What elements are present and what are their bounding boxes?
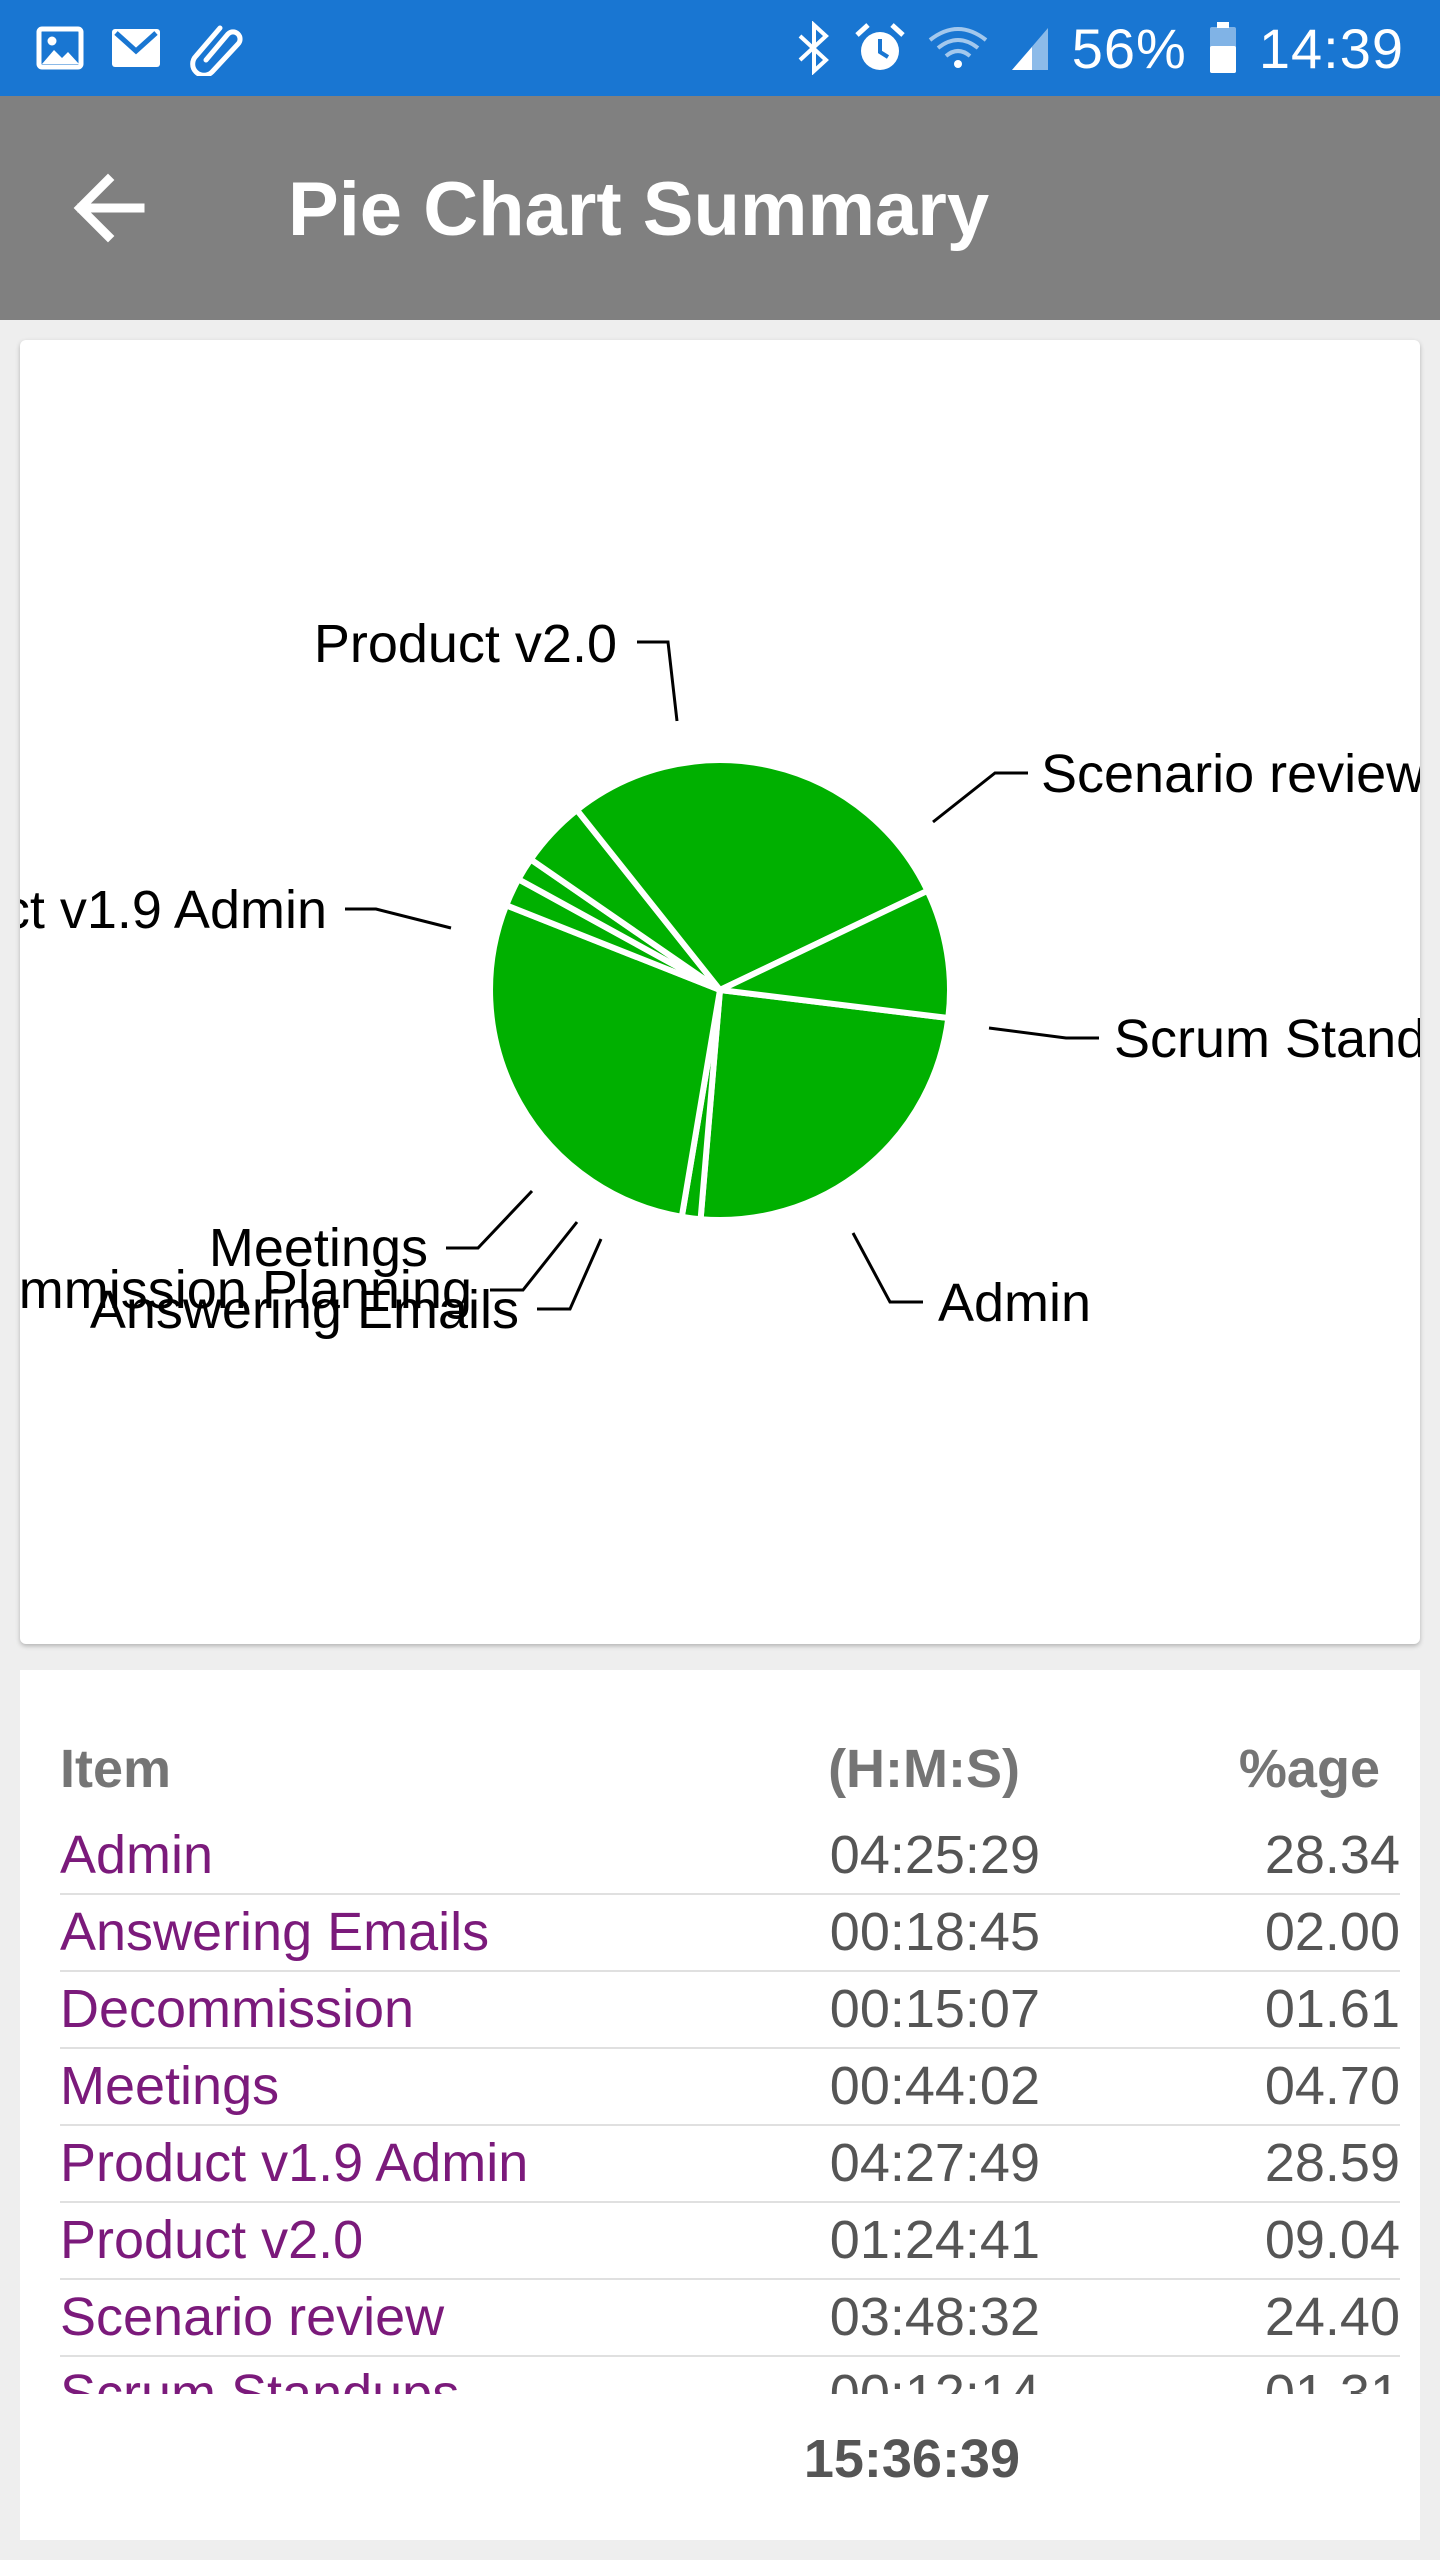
row-item: Meetings [60, 2056, 280, 2116]
row-item: Product v1.9 Admin [60, 2133, 529, 2193]
header-item: Item [60, 1739, 172, 1799]
chart-label-product-v19: Product v1.9 Admin [20, 880, 327, 940]
table-body[interactable]: Admin 04:25:29 28.34 Answering Emails 00… [20, 1816, 1420, 2394]
chart-label-product-v2: Product v2.0 [314, 614, 617, 674]
chart-label-admin: Admin [938, 1273, 1091, 1333]
app-bar: Pie Chart Summary [0, 96, 1440, 320]
row-item: Answering Emails [60, 1902, 490, 1962]
row-time: 00:15:07 [829, 1979, 1040, 2039]
attachment-icon [190, 25, 243, 76]
battery-percent: 56% [1071, 16, 1187, 80]
table-row[interactable]: Scrum Standups 00:12:14 01.31 [60, 2355, 1400, 2394]
table-row[interactable]: Decommission 00:15:07 01.61 [60, 1970, 1400, 2049]
row-percent: 09.04 [1264, 2210, 1400, 2270]
row-time: 04:27:49 [829, 2133, 1040, 2193]
row-time: 00:18:45 [829, 1902, 1040, 1962]
row-item: Scrum Standups [60, 2364, 460, 2394]
back-arrow-icon [73, 173, 145, 243]
table-row[interactable]: Answering Emails 00:18:45 02.00 [60, 1893, 1400, 1972]
leader-line-scrum-standups [988, 1026, 1099, 1040]
signal-icon [1011, 28, 1048, 70]
pie-slice-scenario-review[interactable] [697, 987, 952, 1223]
leader-line-admin [851, 1232, 923, 1304]
chart-label-scrum-standups: Scrum Standups [1114, 1009, 1420, 1069]
total-time: 15:36:39 [803, 2429, 1020, 2489]
row-item: Scenario review [60, 2287, 445, 2347]
table-row[interactable]: Admin 04:25:29 28.34 [60, 1816, 1400, 1895]
row-item: Product v2.0 [60, 2210, 364, 2270]
leader-line-scenario-review [932, 771, 1028, 824]
leader-line-product-v19 [345, 907, 452, 930]
leader-line-answering-emails [537, 1238, 603, 1311]
row-percent: 01.31 [1264, 2364, 1400, 2394]
leader-line-meetings [446, 1189, 534, 1250]
gallery-icon [36, 26, 84, 70]
row-percent: 28.34 [1264, 1825, 1400, 1885]
alarm-icon [855, 23, 905, 70]
table-row[interactable]: Meetings 00:44:02 04.70 [60, 2047, 1400, 2126]
row-time: 00:44:02 [829, 2056, 1040, 2116]
pie-chart: Product v2.0 Scenario review Scrum Stand… [20, 614, 1420, 1340]
row-time: 00:12:14 [829, 2364, 1040, 2394]
row-percent: 28.59 [1264, 2133, 1400, 2193]
row-percent: 24.40 [1264, 2287, 1400, 2347]
back-button[interactable] [60, 158, 160, 258]
leader-line-product-v2 [637, 640, 679, 722]
chart-label-scenario-review: Scenario review [1041, 744, 1420, 804]
table-row[interactable]: Product v1.9 Admin 04:27:49 28.59 [60, 2124, 1400, 2203]
gmail-icon [112, 29, 160, 67]
system-icons: 56% 14:39 [796, 14, 1404, 82]
row-item: Decommission [60, 1979, 415, 2039]
header-time: (H:M:S) [828, 1739, 1020, 1799]
clock: 14:39 [1258, 16, 1404, 80]
status-bar: 56% 14:39 [0, 0, 1440, 96]
row-percent: 01.61 [1264, 1979, 1400, 2039]
header-percent: %age [1238, 1739, 1380, 1799]
chart-label-answering-emails: Answering Emails [90, 1280, 519, 1340]
row-time: 01:24:41 [829, 2210, 1040, 2270]
table-row[interactable]: Product v2.0 01:24:41 09.04 [60, 2201, 1400, 2280]
battery-icon [1209, 22, 1236, 73]
row-percent: 02.00 [1264, 1902, 1400, 1962]
notification-icons [36, 18, 244, 78]
row-time: 03:48:32 [829, 2287, 1040, 2347]
row-item: Admin [60, 1825, 214, 1885]
row-percent: 04.70 [1264, 2056, 1400, 2116]
wifi-icon [928, 27, 988, 68]
pie-chart-card: Product v2.0 Scenario review Scrum Stand… [20, 340, 1420, 1644]
table-row[interactable]: Scenario review 03:48:32 24.40 [60, 2278, 1400, 2357]
bluetooth-icon [798, 21, 829, 75]
row-time: 04:25:29 [829, 1825, 1040, 1885]
summary-table: Item (H:M:S) %age Admin 04:25:29 28.34 A… [20, 1670, 1420, 2540]
page-title: Pie Chart Summary [288, 167, 990, 252]
